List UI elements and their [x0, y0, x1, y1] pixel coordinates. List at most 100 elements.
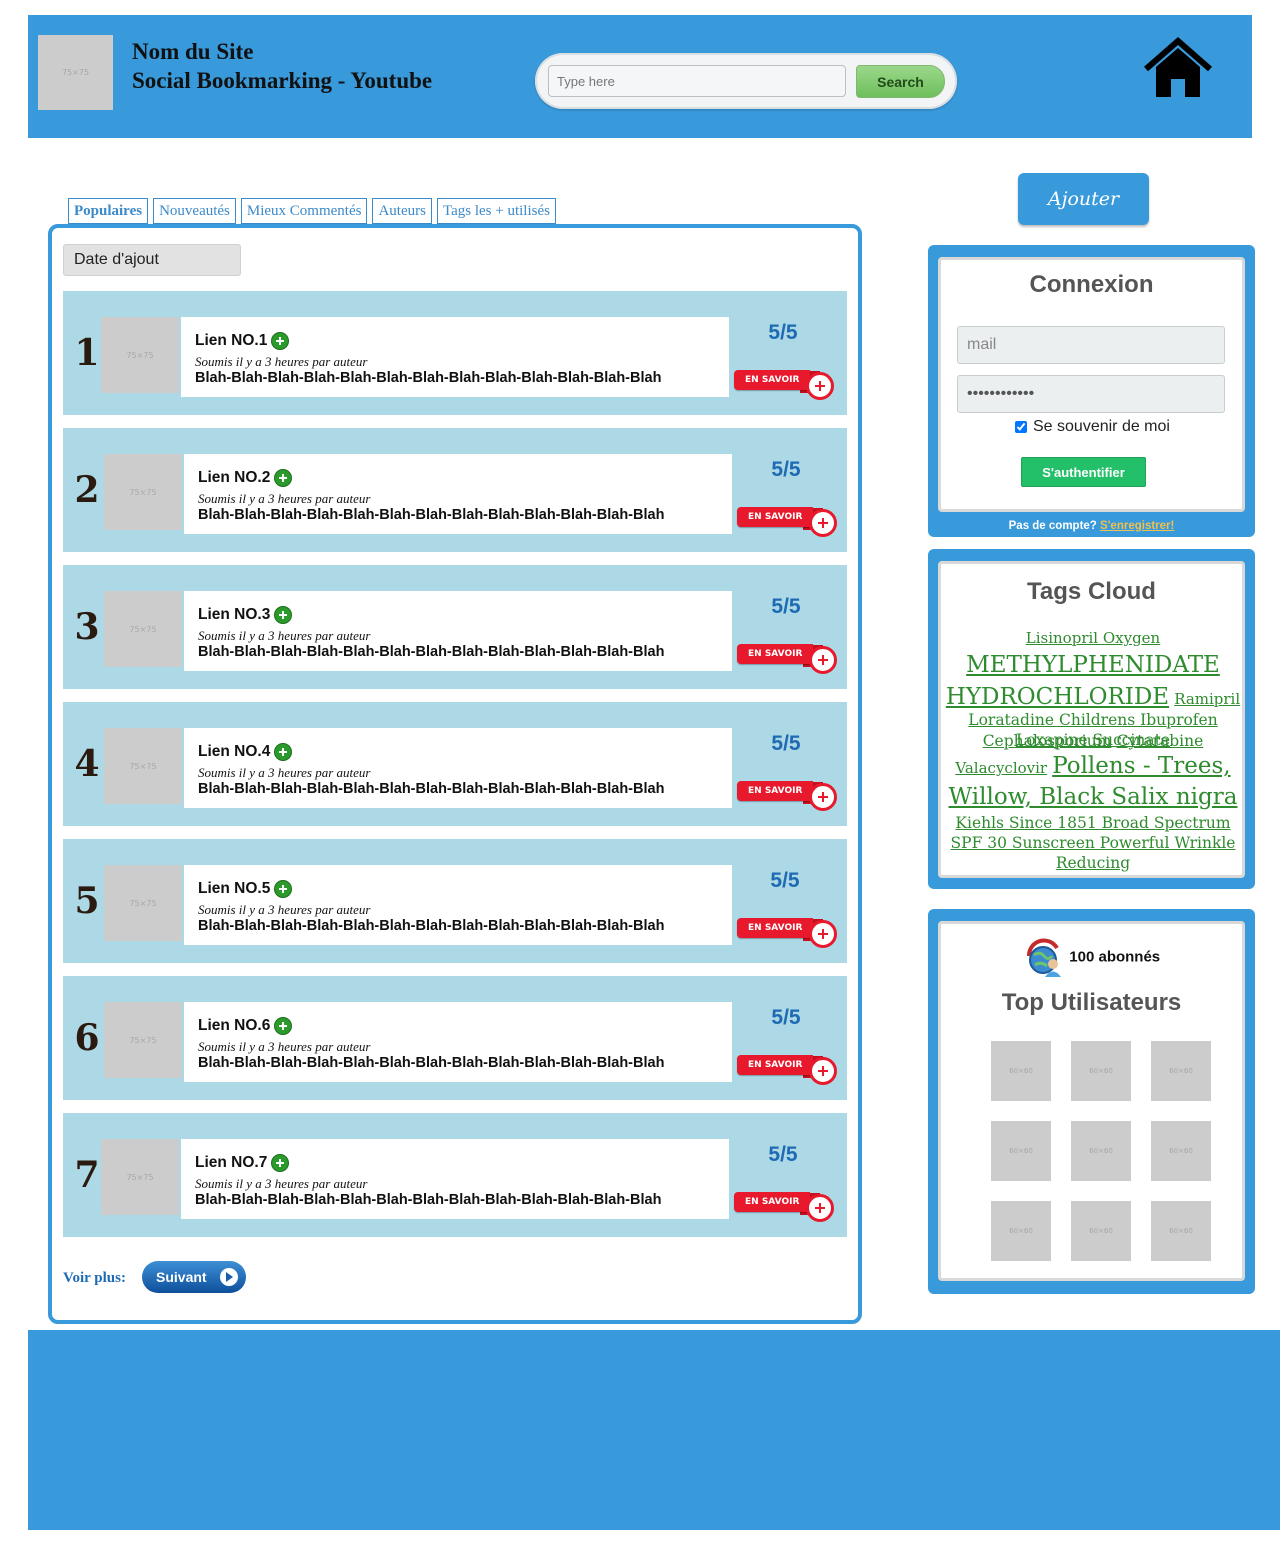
link-card: Lien NO.5 Soumis il y a 3 heures par aut…: [184, 865, 732, 945]
user-avatar[interactable]: 60×60: [1071, 1121, 1131, 1181]
link-thumbnail[interactable]: 75×75: [104, 1002, 182, 1078]
add-bookmark-button[interactable]: Ajouter: [1018, 173, 1149, 225]
sort-date-button[interactable]: Date d'ajout: [63, 244, 241, 276]
en-savoir-button[interactable]: EN SAVOIR: [737, 1054, 839, 1085]
user-avatar[interactable]: 60×60: [991, 1041, 1051, 1101]
signup-prompt: Pas de compte? S'enregistrer!: [928, 520, 1255, 532]
home-icon[interactable]: [1142, 37, 1214, 99]
link-thumbnail[interactable]: 75×75: [104, 454, 182, 530]
tab-mieux-commentes[interactable]: Mieux Commentés: [240, 198, 368, 224]
en-savoir-button[interactable]: EN SAVOIR: [734, 1191, 836, 1222]
links-panel: Date d'ajout 1 75×75 Lien NO.1 Soumis il…: [48, 224, 862, 1324]
email-field[interactable]: [957, 326, 1225, 364]
tags-cloud-box: Tags Cloud Lisinopril Oxygen METHYLPHENI…: [928, 549, 1255, 889]
plus-circle-icon: [809, 783, 837, 811]
user-avatar[interactable]: 60×60: [991, 1201, 1051, 1261]
tag-link[interactable]: Valacyclovir: [955, 759, 1047, 777]
add-plus-icon[interactable]: [271, 1154, 290, 1172]
link-submitted-info: Soumis il y a 3 heures par auteur: [198, 1039, 371, 1054]
tag-link[interactable]: Cytarabine: [1117, 732, 1204, 750]
add-plus-icon[interactable]: [274, 606, 293, 624]
remember-me-checkbox[interactable]: [1015, 421, 1027, 433]
en-savoir-button[interactable]: EN SAVOIR: [737, 917, 839, 948]
search-button[interactable]: Search: [856, 65, 945, 98]
tag-link[interactable]: Lisinopril Oxygen: [1026, 629, 1160, 647]
globe-users-icon: [1026, 938, 1061, 977]
link-score: 5/5: [771, 1006, 801, 1029]
link-score: 5/5: [771, 732, 801, 755]
user-avatar[interactable]: 60×60: [1071, 1041, 1131, 1101]
site-logo-placeholder[interactable]: 75×75: [38, 35, 113, 110]
add-plus-icon[interactable]: [274, 1017, 293, 1035]
link-score: 5/5: [771, 458, 801, 481]
link-score: 5/5: [770, 869, 800, 892]
user-avatar[interactable]: 60×60: [1071, 1201, 1131, 1261]
login-title: Connexion: [1029, 271, 1154, 298]
link-score: 5/5: [768, 1143, 798, 1166]
link-submitted-info: Soumis il y a 3 heures par auteur: [195, 354, 368, 369]
search-input[interactable]: [548, 65, 846, 97]
user-avatar[interactable]: 60×60: [1151, 1041, 1211, 1101]
remember-me[interactable]: Se souvenir de moi: [1015, 418, 1170, 436]
link-thumbnail[interactable]: 75×75: [101, 1139, 179, 1215]
en-savoir-button[interactable]: EN SAVOIR: [737, 506, 839, 537]
tag-link[interactable]: Loratadine Childrens Ibuprofen: [968, 711, 1217, 729]
link-card: Lien NO.6 Soumis il y a 3 heures par aut…: [184, 1002, 732, 1082]
password-field[interactable]: [957, 375, 1225, 413]
arrow-right-icon: [220, 1268, 238, 1286]
link-row-2: 2 75×75 Lien NO.2 Soumis il y a 3 heures…: [63, 428, 847, 552]
link-thumbnail[interactable]: 75×75: [104, 865, 182, 941]
login-button[interactable]: S'authentifier: [1021, 457, 1146, 487]
link-description: Blah-Blah-Blah-Blah-Blah-Blah-Blah-Blah-…: [198, 507, 665, 523]
register-link[interactable]: S'enregistrer!: [1100, 520, 1174, 532]
rank-number: 5: [74, 880, 100, 922]
en-savoir-button[interactable]: EN SAVOIR: [734, 369, 836, 400]
link-card: Lien NO.2 Soumis il y a 3 heures par aut…: [184, 454, 732, 534]
tab-populaires[interactable]: Populaires: [68, 198, 149, 224]
link-thumbnail[interactable]: 75×75: [101, 317, 179, 393]
link-row-6: 6 75×75 Lien NO.6 Soumis il y a 3 heures…: [63, 976, 847, 1100]
followers-label: 100 abonnés: [1069, 948, 1161, 966]
tags-cloud: Lisinopril Oxygen METHYLPHENIDATE HYDROC…: [945, 630, 1241, 873]
link-title[interactable]: Lien NO.6: [198, 1017, 270, 1035]
link-card: Lien NO.7 Soumis il y a 3 heures par aut…: [181, 1139, 729, 1219]
see-more-label: Voir plus:: [63, 1270, 126, 1286]
en-savoir-button[interactable]: EN SAVOIR: [737, 643, 839, 674]
tag-link[interactable]: Cephalosporium: [983, 732, 1112, 750]
user-avatar[interactable]: 60×60: [991, 1121, 1051, 1181]
user-avatar[interactable]: 60×60: [1151, 1201, 1211, 1261]
tags-cloud-title: Tags Cloud: [1027, 578, 1156, 605]
link-title[interactable]: Lien NO.5: [198, 880, 270, 898]
login-box: Connexion Se souvenir de moi S'authentif…: [928, 245, 1255, 537]
link-title[interactable]: Lien NO.2: [198, 469, 270, 487]
link-title[interactable]: Lien NO.1: [195, 332, 267, 350]
link-score: 5/5: [768, 321, 798, 344]
link-description: Blah-Blah-Blah-Blah-Blah-Blah-Blah-Blah-…: [198, 781, 665, 797]
rank-number: 4: [74, 743, 100, 785]
no-account-text: Pas de compte?: [1008, 520, 1097, 532]
link-thumbnail[interactable]: 75×75: [104, 728, 182, 804]
user-avatar[interactable]: 60×60: [1151, 1121, 1211, 1181]
link-thumbnail[interactable]: 75×75: [104, 591, 182, 667]
en-savoir-button[interactable]: EN SAVOIR: [737, 780, 839, 811]
link-title[interactable]: Lien NO.3: [198, 606, 270, 624]
link-title[interactable]: Lien NO.7: [195, 1154, 267, 1172]
tab-tags-les-plus-utilises[interactable]: Tags les + utilisés: [436, 198, 556, 224]
tag-link[interactable]: Ramipril: [1174, 690, 1240, 708]
rank-number: 2: [74, 469, 100, 511]
add-plus-icon[interactable]: [274, 469, 293, 487]
top-users-box: 100 abonnés Top Utilisateurs 60×60 60×60…: [928, 909, 1255, 1294]
tag-link[interactable]: Kiehls Since 1851 Broad Spectrum SPF 30 …: [951, 814, 1236, 872]
add-plus-icon[interactable]: [274, 880, 293, 898]
next-button[interactable]: Suivant: [142, 1261, 246, 1293]
link-title[interactable]: Lien NO.4: [198, 743, 270, 761]
add-plus-icon[interactable]: [274, 743, 293, 761]
remember-me-label: Se souvenir de moi: [1033, 418, 1170, 435]
top-users-grid: 60×60 60×60 60×60 60×60 60×60 60×60 60×6…: [991, 1041, 1211, 1261]
add-plus-icon[interactable]: [271, 332, 290, 350]
login-form: Connexion Se souvenir de moi S'authentif…: [938, 257, 1245, 512]
link-submitted-info: Soumis il y a 3 heures par auteur: [198, 902, 371, 917]
tab-auteurs[interactable]: Auteurs: [372, 198, 432, 224]
link-row-1: 1 75×75 Lien NO.1 Soumis il y a 3 heures…: [63, 291, 847, 415]
tab-nouveautes[interactable]: Nouveautés: [153, 198, 236, 224]
